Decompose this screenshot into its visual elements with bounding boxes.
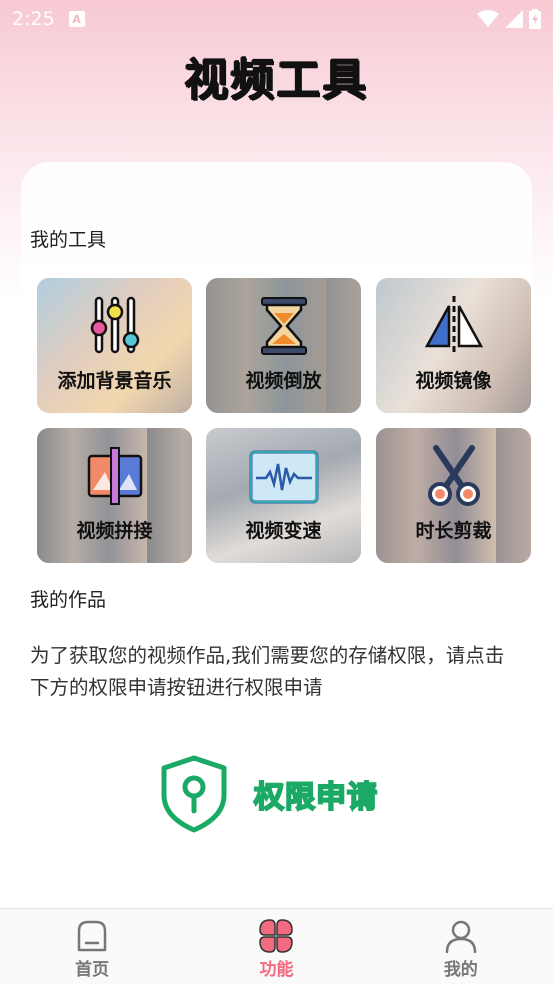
tool-label: 视频倒放	[245, 370, 322, 392]
home-icon	[77, 920, 107, 952]
clover-grid-icon	[259, 919, 294, 953]
status-bar: 2:25 A	[0, 0, 553, 38]
tool-speed-video[interactable]: 视频变速	[206, 428, 361, 563]
tool-label: 添加背景音乐	[57, 370, 172, 392]
permission-button-label: 权限申请	[253, 779, 378, 816]
tool-splice-video[interactable]: 视频拼接	[37, 428, 192, 563]
waveform-speed-icon	[249, 450, 318, 504]
tool-trim-duration[interactable]: 时长剪裁	[376, 428, 531, 563]
nav-mine[interactable]: 我的	[369, 909, 553, 984]
page-title: 视频工具	[184, 55, 369, 106]
video-splice-icon	[87, 447, 142, 505]
nav-label-mine: 我的	[443, 960, 478, 980]
status-icons	[477, 9, 541, 29]
works-section-title: 我的作品	[30, 589, 107, 611]
permission-request-button[interactable]: 权限申请	[160, 752, 400, 836]
shield-keyhole-icon	[161, 755, 227, 833]
equalizer-sliders-icon	[90, 296, 139, 354]
bottom-nav: 首页 功能 我的	[0, 908, 553, 984]
tools-section-title: 我的工具	[30, 229, 107, 251]
tool-mirror-video[interactable]: 视频镜像	[376, 278, 531, 413]
tool-label: 视频拼接	[76, 520, 153, 542]
person-icon	[445, 920, 477, 953]
tool-label: 视频镜像	[415, 370, 492, 392]
scissors-icon	[427, 445, 480, 506]
hourglass-icon	[260, 297, 307, 355]
tool-label: 视频变速	[245, 520, 322, 542]
nav-features[interactable]: 功能	[184, 909, 368, 984]
permission-description: 为了获取您的视频作品,我们需要您的存储权限，请点击下方的权限申请按钮进行权限申请	[30, 644, 505, 699]
nav-label-features: 功能	[259, 960, 294, 980]
wifi-icon	[477, 10, 499, 27]
tool-label: 时长剪裁	[415, 520, 492, 542]
nav-home[interactable]: 首页	[0, 909, 184, 984]
notification-a-icon: A	[68, 11, 85, 27]
mirror-flip-icon	[424, 296, 483, 356]
tool-reverse-video[interactable]: 视频倒放	[206, 278, 361, 413]
nav-label-home: 首页	[75, 960, 110, 980]
tool-add-bgm[interactable]: 添加背景音乐	[37, 278, 192, 413]
cell-signal-icon	[505, 10, 523, 28]
status-time: 2:25	[12, 8, 55, 30]
battery-icon	[529, 9, 541, 29]
